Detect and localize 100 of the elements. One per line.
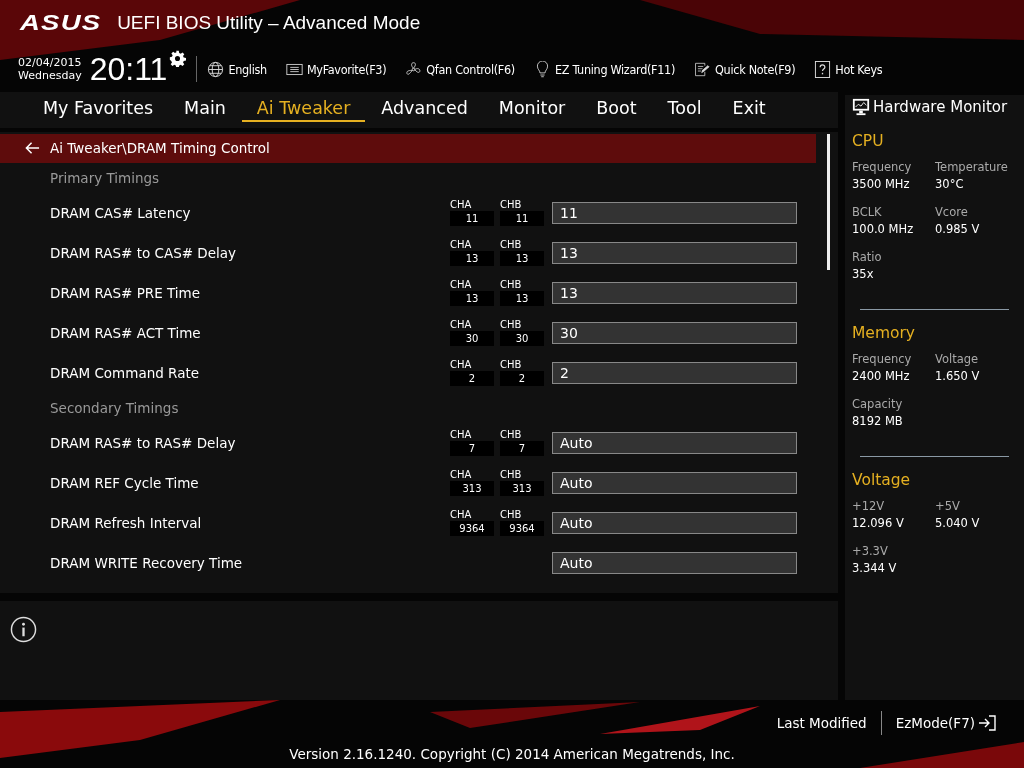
reading-label: +3.3V (852, 544, 889, 558)
toolbar-button[interactable]: EZ Tuning Wizard(F11) (533, 60, 676, 78)
channel-label: CHA (450, 429, 473, 442)
reading-value: 0.985 V (935, 222, 981, 236)
section-heading: Primary Timings (50, 168, 161, 188)
setting-label: DRAM Command Rate (50, 364, 201, 381)
section-title: Voltage (852, 471, 912, 489)
reading-label: Frequency (852, 352, 913, 366)
channel-value: 9364 (450, 521, 494, 537)
setting-label: DRAM RAS# to RAS# Delay (50, 434, 237, 451)
toolbar-button[interactable]: Quick Note(F9) (694, 60, 796, 78)
reading-label: Vcore (935, 205, 969, 219)
channel-label: CHB (500, 509, 523, 522)
reading-label: Frequency (852, 160, 913, 174)
channel-value: 2 (500, 371, 544, 387)
globe-icon (207, 60, 225, 78)
section-title: Memory (852, 324, 917, 342)
menu-tab[interactable]: My Favorites (28, 97, 169, 122)
breadcrumb-text: Ai Tweaker\DRAM Timing Control (50, 140, 270, 157)
reading-value: 2400 MHz (852, 369, 911, 383)
setting-label: DRAM RAS# PRE Time (50, 284, 202, 301)
channel-value: 13 (450, 291, 494, 307)
reading-value: 5.040 V (935, 516, 981, 530)
info-icon (10, 615, 37, 643)
setting-label: DRAM Refresh Interval (50, 514, 203, 531)
setting-label: DRAM RAS# ACT Time (50, 324, 202, 341)
note-pencil-icon (694, 60, 712, 78)
channel-label: CHB (500, 279, 523, 292)
channel-value: 7 (500, 441, 544, 457)
channel-value: 7 (450, 441, 494, 457)
exit-icon (978, 715, 996, 731)
channel-value: 313 (450, 481, 494, 497)
menu-tab[interactable]: Boot (581, 97, 652, 122)
toolbar-button[interactable]: Hot Keys (814, 60, 883, 78)
reading-value: 1.650 V (935, 369, 981, 383)
section-heading: Secondary Timings (50, 398, 180, 418)
channel-value: 11 (450, 211, 494, 227)
reading-value: 12.096 V (852, 516, 905, 530)
channel-label: CHB (500, 359, 523, 372)
reading-value: 3.344 V (852, 561, 898, 575)
clock-time: 20:11 (89, 50, 168, 88)
reading-label: BCLK (852, 205, 883, 219)
fan-icon (405, 60, 423, 78)
reading-value: 3500 MHz (852, 177, 911, 191)
value-field[interactable]: 11 (552, 201, 797, 224)
menu-tab[interactable]: Ai Tweaker (241, 97, 366, 122)
channel-value: 30 (450, 331, 494, 347)
channel-label: CHB (500, 319, 523, 332)
reading-label: +12V (852, 499, 886, 513)
channel-label: CHA (450, 469, 473, 482)
version-text: Version 2.16.1240. Copyright (C) 2014 American Megatrends, Inc. (289, 746, 735, 762)
value-field[interactable]: Auto (552, 551, 797, 574)
value-field[interactable]: 13 (552, 241, 797, 264)
toolbar-button[interactable]: MyFavorite(F3) (285, 60, 387, 78)
brand-logo: ASUS (20, 10, 102, 36)
value-field[interactable]: Auto (552, 431, 797, 454)
value-field[interactable]: Auto (552, 511, 797, 534)
reading-value: 8192 MB (852, 414, 904, 428)
value-field[interactable]: 13 (552, 281, 797, 304)
settings-icon[interactable] (169, 50, 187, 67)
channel-label: CHA (450, 509, 473, 522)
reading-label: +5V (935, 499, 961, 513)
menu-tab[interactable]: Monitor (483, 97, 581, 122)
menu-tab[interactable]: Advanced (366, 97, 483, 122)
channel-label: CHA (450, 319, 473, 332)
ezmode-button[interactable]: EzMode(F7) (881, 715, 1010, 731)
setting-label: DRAM WRITE Recovery Time (50, 554, 244, 571)
channel-label: CHB (500, 429, 523, 442)
channel-value: 11 (500, 211, 544, 227)
date-text: 02/04/2015 (18, 56, 82, 69)
last-modified-button[interactable]: Last Modified (762, 715, 881, 731)
channel-label: CHB (500, 239, 523, 252)
setting-label: DRAM RAS# to CAS# Delay (50, 244, 238, 261)
value-field[interactable]: 2 (552, 361, 797, 384)
section-title: CPU (852, 132, 885, 150)
scrollbar-thumb[interactable] (827, 133, 830, 270)
reading-label: Ratio (852, 250, 883, 264)
menu-tab[interactable]: Tool (652, 97, 717, 122)
reading-label: Capacity (852, 397, 904, 411)
reading-label: Voltage (935, 352, 980, 366)
back-arrow-icon[interactable] (25, 141, 40, 156)
setting-label: DRAM REF Cycle Time (50, 474, 200, 491)
weekday-text: Wednesday (18, 69, 82, 82)
menu-tab[interactable]: Exit (717, 97, 781, 122)
menu-tab[interactable]: Main (169, 97, 241, 122)
toolbar-button[interactable]: English (207, 60, 267, 78)
value-field[interactable]: Auto (552, 471, 797, 494)
channel-label: CHA (450, 279, 473, 292)
setting-label: DRAM CAS# Latency (50, 204, 192, 221)
value-field[interactable]: 30 (552, 321, 797, 344)
help-icon (814, 60, 832, 78)
reading-value: 30°C (935, 177, 965, 191)
channel-value: 2 (450, 371, 494, 387)
channel-label: CHA (450, 239, 473, 252)
panel-title: Hardware Monitor (873, 97, 1008, 116)
channel-value: 30 (500, 331, 544, 347)
channel-label: CHA (450, 359, 473, 372)
channel-value: 13 (450, 251, 494, 267)
toolbar-button[interactable]: Qfan Control(F6) (405, 60, 515, 78)
channel-label: CHA (450, 199, 473, 212)
